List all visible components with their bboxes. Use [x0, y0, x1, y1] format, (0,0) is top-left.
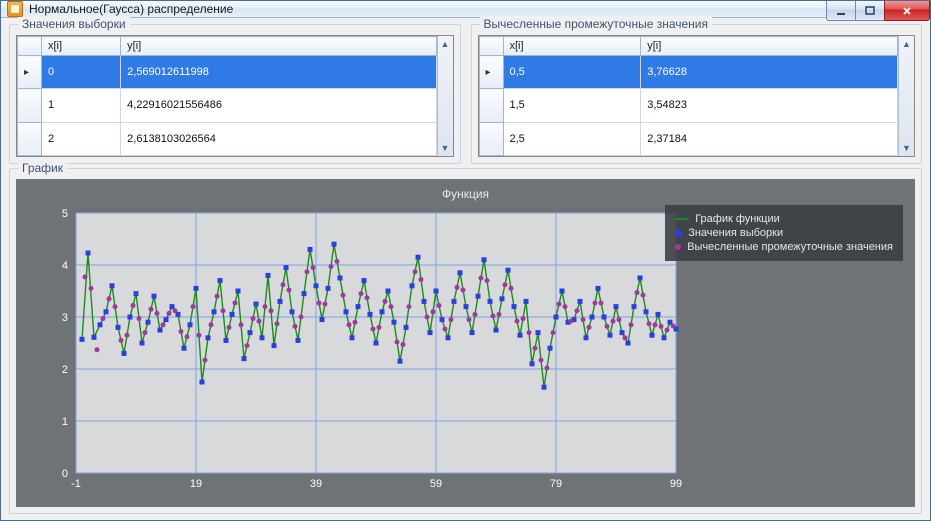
sample-col-x[interactable]: x[i] — [42, 37, 121, 56]
sample-groupbox: Значения выборки x[i] y[i] — [9, 24, 461, 164]
maximize-icon — [864, 5, 876, 17]
close-button[interactable] — [884, 1, 930, 21]
interp-col-y[interactable]: y[i] — [641, 37, 898, 56]
table-row[interactable]: 1,5 3,54823 — [479, 89, 898, 122]
svg-text:-1: -1 — [71, 478, 81, 490]
app-window: Нормальное(Гаусса) распределение Значени… — [0, 0, 931, 521]
svg-text:3: 3 — [61, 312, 67, 324]
scroll-down-icon[interactable]: ▼ — [899, 140, 914, 156]
svg-text:1: 1 — [61, 416, 67, 428]
titlebar[interactable]: Нормальное(Гаусса) распределение — [1, 1, 930, 18]
svg-text:39: 39 — [309, 478, 321, 490]
chart-title: Функция — [442, 187, 489, 201]
row-header[interactable] — [18, 122, 42, 155]
chart-panel[interactable]: Функция -1 19 39 59 79 99 0 1 2 3 4 5 График функци… — [16, 179, 915, 507]
legend-swatch-sample — [675, 230, 682, 237]
interp-col-x[interactable]: x[i] — [503, 37, 641, 56]
svg-text:79: 79 — [549, 478, 561, 490]
window-controls — [827, 1, 930, 21]
row-header[interactable] — [479, 89, 503, 122]
scroll-down-icon[interactable]: ▼ — [438, 140, 453, 156]
svg-text:0: 0 — [61, 468, 67, 480]
sample-corner-header[interactable] — [18, 37, 42, 56]
minimize-icon — [835, 5, 847, 17]
chart-legend: График функции Значения выборки Вычеслен… — [665, 205, 903, 261]
app-icon — [7, 1, 23, 17]
legend-swatch-interp — [675, 244, 681, 250]
row-header[interactable] — [18, 56, 42, 89]
interp-groupbox: Вычесленные промежуточные значения x[i] … — [471, 24, 923, 164]
svg-text:4: 4 — [61, 260, 67, 272]
interp-corner-header[interactable] — [479, 37, 503, 56]
chart-group-title: График — [18, 161, 67, 175]
table-row[interactable]: 2 2,6138103026564 — [18, 122, 437, 155]
table-row[interactable]: 2,5 2,37184 — [479, 122, 898, 155]
minimize-button[interactable] — [826, 1, 856, 21]
sample-grid[interactable]: x[i] y[i] 0 2,569012611998 — [16, 35, 454, 157]
interp-group-title: Вычесленные промежуточные значения — [480, 17, 713, 31]
sample-scrollbar[interactable]: ▲ ▼ — [437, 36, 453, 156]
table-row[interactable]: 1 4,22916021556486 — [18, 89, 437, 122]
svg-text:5: 5 — [61, 208, 67, 220]
close-icon — [901, 5, 913, 17]
window-title: Нормальное(Гаусса) распределение — [29, 2, 233, 16]
svg-text:99: 99 — [669, 478, 681, 490]
svg-text:59: 59 — [429, 478, 441, 490]
sample-col-y[interactable]: y[i] — [121, 37, 436, 56]
svg-text:19: 19 — [189, 478, 201, 490]
client-area: Значения выборки x[i] y[i] — [1, 18, 930, 520]
scroll-up-icon[interactable]: ▲ — [438, 36, 453, 52]
interp-grid[interactable]: x[i] y[i] 0,5 3,76628 — [478, 35, 916, 157]
table-row[interactable]: 0,5 3,76628 — [479, 56, 898, 89]
chart-groupbox: График Функция -11939597999012345 График… — [9, 168, 922, 514]
legend-swatch-line — [675, 218, 689, 220]
row-header[interactable] — [18, 89, 42, 122]
row-header[interactable] — [479, 56, 503, 89]
table-row[interactable]: 0 2,569012611998 — [18, 56, 437, 89]
svg-text:2: 2 — [61, 364, 67, 376]
interp-scrollbar[interactable]: ▲ ▼ — [898, 36, 914, 156]
maximize-button[interactable] — [855, 1, 885, 21]
legend-row-interp: Вычесленные промежуточные значения — [675, 241, 893, 253]
top-row: Значения выборки x[i] y[i] — [7, 24, 924, 164]
legend-row-sample: Значения выборки — [675, 227, 893, 239]
legend-row-line: График функции — [675, 213, 893, 225]
scroll-up-icon[interactable]: ▲ — [899, 36, 914, 52]
sample-group-title: Значения выборки — [18, 17, 130, 31]
row-header[interactable] — [479, 122, 503, 155]
